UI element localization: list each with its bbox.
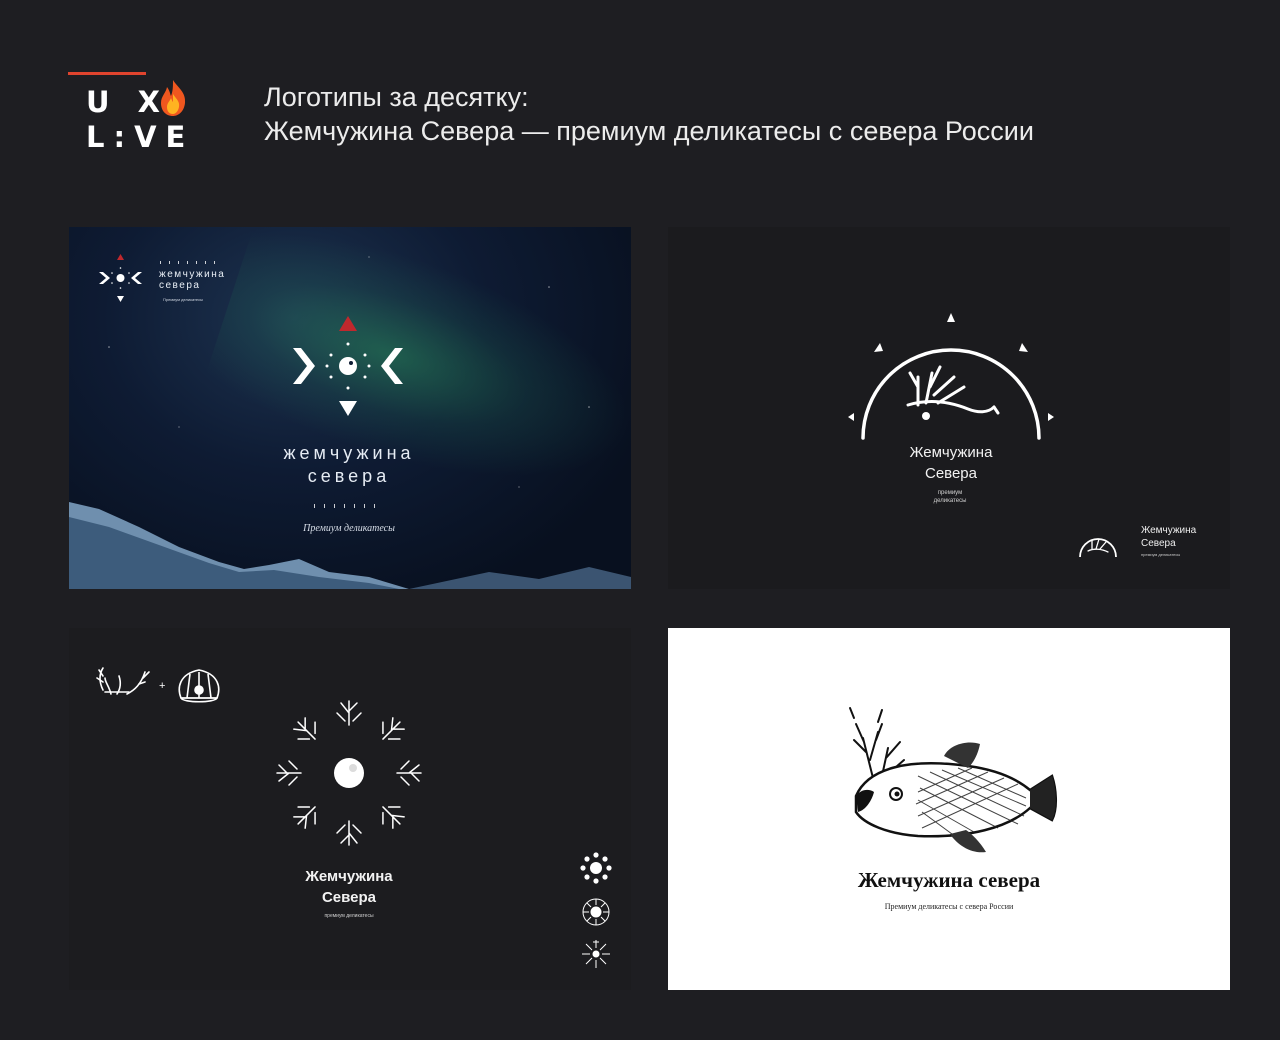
tagline-line-1: премиум xyxy=(937,490,963,496)
brand-name: Жемчужина Севера xyxy=(249,866,449,908)
mini-deer-pearl-mark xyxy=(99,254,142,302)
pearl-icon xyxy=(334,758,364,788)
logo-concept-aurora: жемчужина севера Премиум деликатесы жемч… xyxy=(69,227,631,589)
heading-line-1: Логотипы за десятку: xyxy=(264,82,529,112)
antlered-fish-illustration xyxy=(849,707,1057,853)
name-line-1: Жемчужина xyxy=(909,444,993,461)
brand-name: Жемчужина Севера xyxy=(851,442,1051,484)
name-line-2: севера xyxy=(307,466,391,486)
mini-tagline: премиум деликатесы xyxy=(1141,552,1181,557)
name-line-1: Жемчужина xyxy=(305,868,393,885)
aurora-scene xyxy=(69,254,631,589)
logo-accent-bar xyxy=(68,72,146,75)
mini-arch-deer-mark xyxy=(1079,538,1117,558)
logo-concept-antlered-fish: Жемчужина севера Премиум деликатесы с се… xyxy=(668,628,1230,990)
shell-icon xyxy=(178,669,220,703)
mini-name-line-2: Севера xyxy=(1141,538,1176,549)
mini-name-line-1: Жемчужина xyxy=(1141,525,1197,536)
mini-tagline: Премиум деликатесы xyxy=(163,297,203,302)
antler-ring-mark xyxy=(96,667,612,968)
logo-line-live: L:VE xyxy=(86,120,195,154)
name-line-2: Севера xyxy=(924,465,977,482)
heading-line-2: Жемчужина Севера — премиум деликатесы с … xyxy=(264,116,1034,146)
mini-brand-name: жемчужина севера xyxy=(159,269,225,291)
name-line-1: жемчужина xyxy=(283,443,415,463)
flame-icon xyxy=(161,80,186,116)
logo-concept-antler-ring: + Жемчужина Севера премиум деликатесы xyxy=(69,628,631,990)
antlers-icon xyxy=(96,667,150,695)
deer-pearl-mark xyxy=(293,316,403,416)
tagline: премиум деликатесы xyxy=(324,913,374,919)
mini-brand-name: Жемчужина Севера xyxy=(1141,524,1196,550)
tagline: Премиум деликатесы xyxy=(303,523,395,534)
page-heading: Логотипы за десятку: Жемчужина Севера — … xyxy=(264,80,1034,148)
mini-wreath-variants xyxy=(580,852,612,968)
logo-concept-arch-deer: Жемчужина Севера премиум деликатесы Жемч… xyxy=(668,227,1230,589)
plus-sign: + xyxy=(159,680,166,692)
brand-name: Жемчужина севера xyxy=(857,868,1041,892)
name-line-2: Севера xyxy=(321,889,377,906)
tagline: Премиум деликатесы с севера России xyxy=(884,902,1014,911)
mini-name-line-2: севера xyxy=(159,280,201,291)
tagline-line-2: деликатесы xyxy=(933,498,967,504)
brand-name: жемчужина севера xyxy=(249,442,449,488)
mini-name-line-1: жемчужина xyxy=(159,269,226,280)
tagline: премиум деликатесы xyxy=(900,489,1000,505)
uxlive-logo: U X L:VE xyxy=(68,72,188,154)
